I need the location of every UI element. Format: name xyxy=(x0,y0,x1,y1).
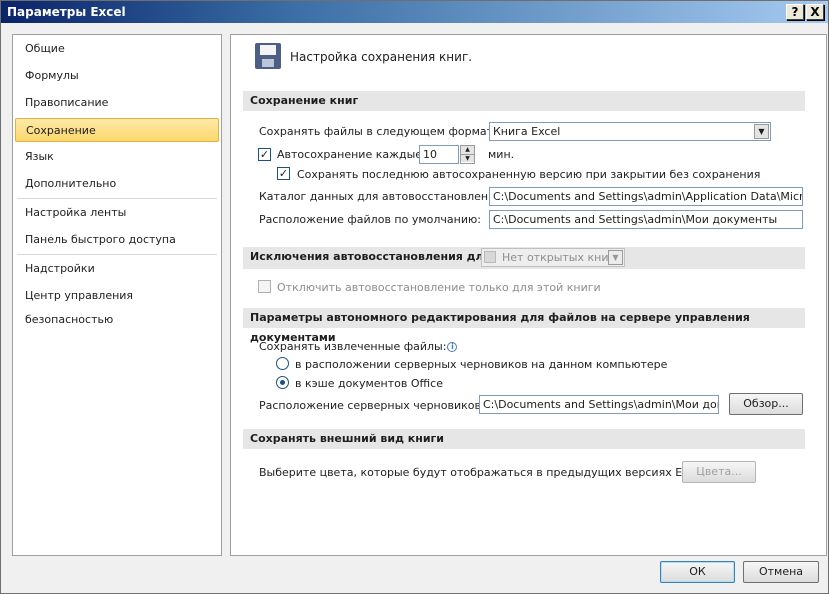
default-location-label: Расположение файлов по умолчанию: xyxy=(259,213,481,226)
nav-item-formulas[interactable]: Формулы xyxy=(15,64,219,88)
spin-down-icon[interactable]: ▼ xyxy=(461,154,474,162)
colors-button[interactable]: Цвета... xyxy=(682,461,756,483)
dropdown-arrow-icon[interactable]: ▼ xyxy=(754,124,769,139)
colors-label: Выберите цвета, которые будут отображать… xyxy=(259,466,720,479)
floppy-disk-icon xyxy=(255,43,281,69)
workbook-icon xyxy=(484,251,496,263)
nav-divider xyxy=(17,254,217,255)
nav-item-customize-ribbon[interactable]: Настройка ленты xyxy=(15,201,219,225)
disable-autorecover-label: Отключить автовосстановление только для … xyxy=(277,281,601,294)
disable-autorecover-checkbox[interactable] xyxy=(258,280,271,293)
drafts-location-label: Расположение серверных черновиков: xyxy=(259,399,485,412)
save-format-dropdown[interactable]: Книга Excel ▼ xyxy=(489,122,771,141)
spin-up-icon[interactable]: ▲ xyxy=(461,146,474,154)
settings-pane: Настройка сохранения книг. Сохранение кн… xyxy=(230,34,827,556)
drafts-location-input[interactable]: C:\Documents and Settings\admin\Мои доку… xyxy=(479,395,719,414)
window-title: Параметры Excel xyxy=(7,5,126,19)
autosave-label: Автосохранение каждые xyxy=(277,148,423,161)
radio-server-drafts-label: в расположении серверных черновиков на д… xyxy=(295,358,668,371)
nav-item-addins[interactable]: Надстройки xyxy=(15,257,219,281)
excel-options-dialog: Параметры Excel ? X Общие Формулы Правоп… xyxy=(0,0,829,594)
radio-office-cache[interactable] xyxy=(276,376,289,389)
category-nav: Общие Формулы Правописание Сохранение Яз… xyxy=(12,34,222,556)
autorecover-exceptions-label: Исключения автовосстановления для: xyxy=(250,250,496,263)
default-location-input[interactable]: C:\Documents and Settings\admin\Мои доку… xyxy=(489,210,803,229)
autorecover-workbook-value: Нет открытых книг xyxy=(502,251,615,264)
nav-item-general[interactable]: Общие xyxy=(15,37,219,61)
autosave-minutes-spinner[interactable]: ▲ ▼ xyxy=(460,145,475,164)
radio-server-drafts[interactable] xyxy=(276,357,289,370)
radio-office-cache-label: в кэше документов Office xyxy=(295,377,443,390)
help-button[interactable]: ? xyxy=(786,4,804,20)
save-format-value: Книга Excel xyxy=(493,125,561,138)
save-format-label: Сохранять файлы в следующем формате: xyxy=(259,125,504,138)
autorecover-workbook-dropdown[interactable]: Нет открытых книг ▼ xyxy=(481,248,625,267)
colors-label-text: Выберите цвета, которые будут отображать… xyxy=(259,466,709,479)
info-icon: i xyxy=(447,342,458,352)
dropdown-arrow-icon[interactable]: ▼ xyxy=(608,250,623,265)
autosave-checkbox[interactable]: ✓ xyxy=(258,148,271,161)
section-heading-save-workbooks: Сохранение книг xyxy=(243,91,805,111)
nav-item-proofing[interactable]: Правописание xyxy=(15,91,219,115)
autosave-unit-label: мин. xyxy=(488,148,515,161)
nav-item-language[interactable]: Язык xyxy=(15,145,219,169)
browse-button[interactable]: Обзор... xyxy=(729,393,803,415)
nav-item-advanced[interactable]: Дополнительно xyxy=(15,172,219,196)
nav-item-quick-access-toolbar[interactable]: Панель быстрого доступа xyxy=(15,228,219,252)
nav-item-trust-center[interactable]: Центр управления безопасностью xyxy=(15,284,219,326)
nav-divider xyxy=(17,198,217,199)
section-heading-offline-editing: Параметры автономного редактирования для… xyxy=(243,308,805,344)
keep-last-autosaved-checkbox[interactable]: ✓ xyxy=(277,167,290,180)
section-heading-preserve-appearance: Сохранять внешний вид книги xyxy=(243,429,805,449)
cancel-button[interactable]: Отмена xyxy=(743,561,819,583)
save-checked-out-text: Сохранять извлеченные файлы: xyxy=(259,340,447,353)
ok-button[interactable]: ОК xyxy=(660,561,735,583)
title-bar: Параметры Excel ? X xyxy=(1,1,828,23)
page-title: Настройка сохранения книг. xyxy=(290,50,473,64)
autorecover-dir-label: Каталог данных для автовосстановления: xyxy=(259,190,506,203)
keep-last-autosaved-label: Сохранять последнюю автосохраненную верс… xyxy=(297,168,761,181)
save-checked-out-label: Сохранять извлеченные файлы: i xyxy=(259,340,458,353)
autosave-minutes-input[interactable]: 10 xyxy=(419,145,459,164)
close-button[interactable]: X xyxy=(806,4,824,20)
autorecover-dir-input[interactable]: C:\Documents and Settings\admin\Applicat… xyxy=(489,187,803,206)
nav-item-save[interactable]: Сохранение xyxy=(15,118,219,142)
